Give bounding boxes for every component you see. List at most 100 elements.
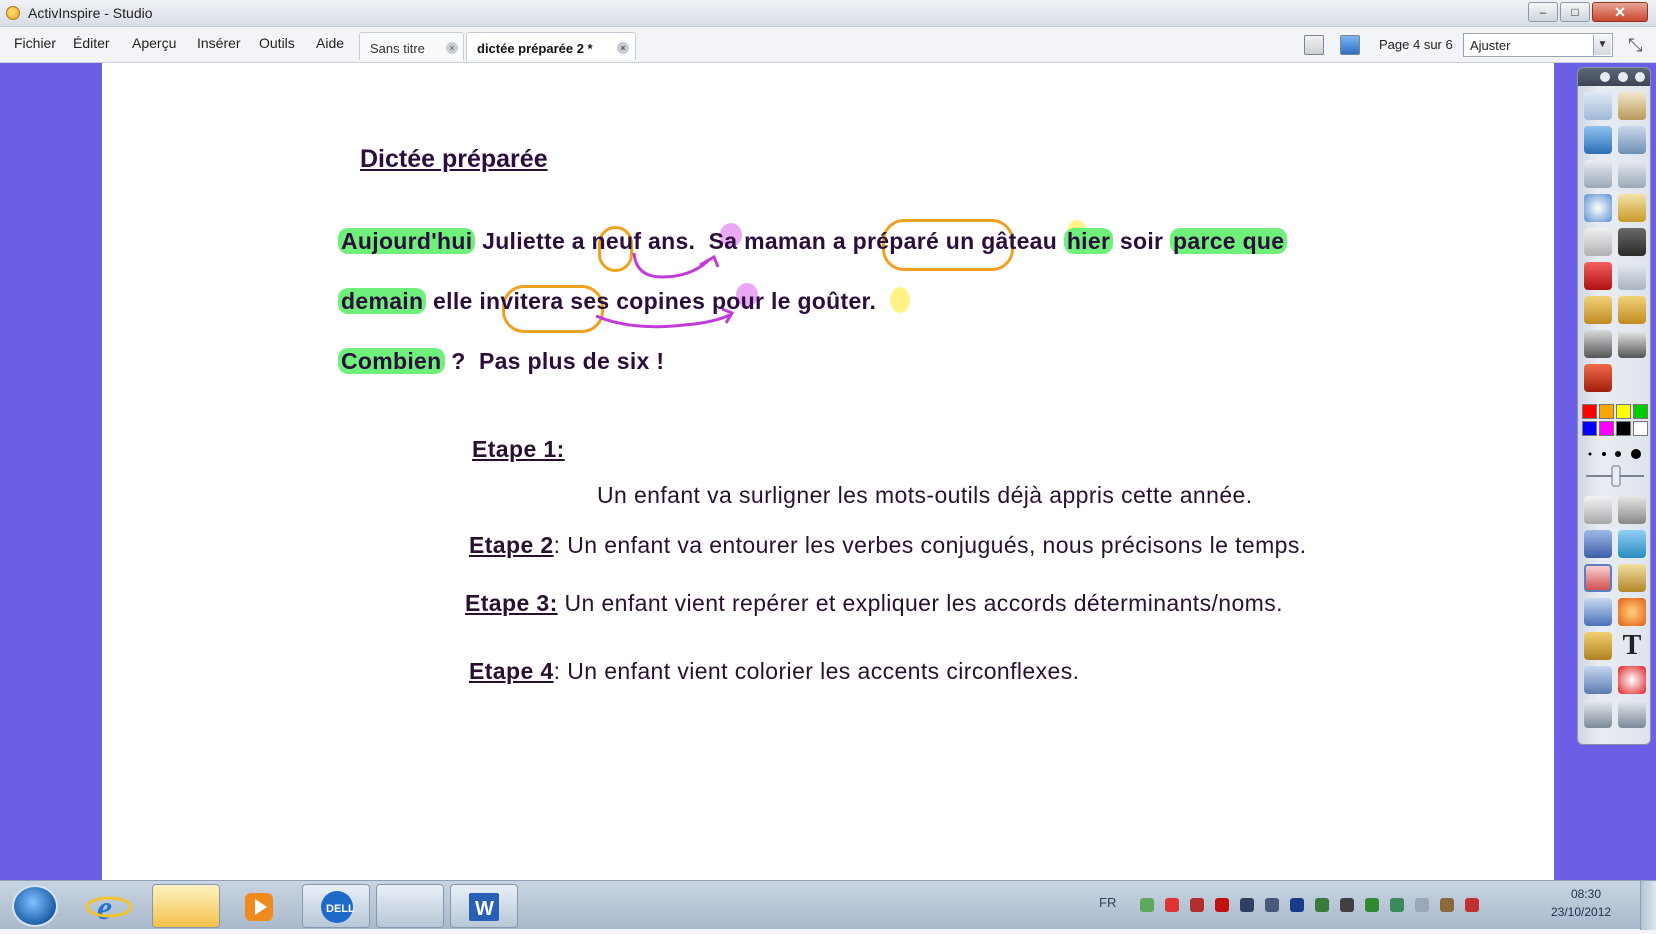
activinspire-app-icon (6, 6, 20, 20)
undo-icon[interactable] (1584, 700, 1612, 728)
sentence-line-2: demain elle invitera ses copines pour le… (338, 288, 876, 315)
start-button-icon[interactable] (12, 885, 58, 927)
svg-text:DELL: DELL (326, 903, 355, 915)
previous-page-icon[interactable] (1584, 160, 1612, 188)
tray-drive-icon[interactable] (1340, 898, 1354, 912)
clear-icon[interactable] (1584, 632, 1612, 660)
tab-dictee-preparee-2[interactable]: dictée préparée 2 * × (466, 32, 636, 60)
clock-time[interactable]: 08:30 (1571, 887, 1601, 901)
main-menu-icon[interactable] (1584, 92, 1612, 120)
menu-inserer[interactable]: Insérer (197, 35, 241, 51)
reset-page-icon[interactable] (1584, 666, 1612, 694)
select-icon[interactable] (1584, 496, 1612, 524)
word-icon[interactable]: W (450, 884, 518, 928)
refresh-icon[interactable] (1618, 666, 1646, 694)
screen-shade-icon[interactable] (1618, 228, 1646, 256)
color-swatch-green[interactable] (1633, 404, 1648, 419)
menu-outils[interactable]: Outils (259, 35, 295, 51)
show-desktop-button[interactable] (1640, 881, 1656, 930)
tab-sans-titre[interactable]: Sans titre × (359, 32, 464, 60)
tray-sync-icon[interactable] (1315, 898, 1329, 912)
shape-icon[interactable] (1618, 598, 1646, 626)
tray-monitor-icon[interactable] (1265, 898, 1279, 912)
calculator-icon[interactable] (1584, 228, 1612, 256)
highlighted-word: Aujourd'hui (338, 228, 476, 254)
color-swatch-white[interactable] (1633, 421, 1648, 436)
clock-date[interactable]: 23/10/2012 (1551, 905, 1611, 919)
connector-icon[interactable] (1584, 598, 1612, 626)
spotlight-icon[interactable] (1618, 296, 1646, 324)
dice-icon[interactable] (1584, 262, 1612, 290)
tray-network-icon[interactable] (1390, 898, 1404, 912)
color-swatch-magenta[interactable] (1599, 421, 1614, 436)
tray-display-icon[interactable] (1240, 898, 1254, 912)
volume-icon[interactable] (1465, 898, 1479, 912)
media-player-icon[interactable] (226, 884, 294, 928)
browser-users-icon[interactable] (1618, 92, 1646, 120)
tab-close-icon[interactable]: × (617, 42, 629, 54)
word: Sa (708, 228, 738, 254)
menu-editer[interactable]: Éditer (73, 35, 110, 51)
language-indicator[interactable]: FR (1099, 895, 1116, 910)
redo-icon[interactable] (1618, 700, 1646, 728)
flipchart-page[interactable]: Dictée préparée Aujourd'hui Juliette a n… (102, 63, 1554, 880)
bluetooth-icon[interactable] (1290, 898, 1304, 912)
tray-app-icon[interactable] (1215, 898, 1229, 912)
scissors-icon[interactable] (1618, 496, 1646, 524)
browser-icon[interactable] (1340, 35, 1360, 55)
battery-icon[interactable] (1415, 898, 1429, 912)
chevron-down-icon[interactable]: ▼ (1593, 35, 1611, 55)
menu-apercu[interactable]: Aperçu (132, 35, 176, 51)
activinspire-taskbar-icon[interactable] (376, 884, 444, 928)
text-tool-icon[interactable]: T (1618, 632, 1646, 660)
tray-check-icon[interactable] (1140, 898, 1154, 912)
flipchart-icon[interactable] (1584, 126, 1612, 154)
highlighter-icon[interactable] (1618, 530, 1646, 558)
zoom-select[interactable]: Ajuster ▼ (1463, 33, 1613, 57)
word: goûter. (797, 288, 877, 314)
fill-icon[interactable] (1618, 564, 1646, 592)
activinspire-window: ActivInspire - Studio – □ ✕ Fichier Édit… (0, 0, 1656, 930)
page-desktop-icon[interactable] (1584, 194, 1612, 222)
tray-shield-icon[interactable] (1190, 898, 1204, 912)
color-swatch-orange[interactable] (1599, 404, 1614, 419)
toolbox-settings-icon[interactable] (1618, 72, 1628, 82)
close-button[interactable]: ✕ (1592, 2, 1648, 22)
menu-aide[interactable]: Aide (316, 35, 344, 51)
internet-explorer-icon[interactable]: e (74, 884, 142, 928)
page-sorter-icon[interactable] (1304, 35, 1324, 55)
word: le (770, 288, 791, 314)
expand-icon[interactable]: ⤡ (1628, 35, 1642, 56)
page-title: Dictée préparée (360, 145, 548, 173)
maximize-button[interactable]: □ (1560, 2, 1590, 22)
toolbox-menu-icon[interactable] (1600, 72, 1610, 82)
magnifier-icon[interactable] (1584, 330, 1612, 358)
color-swatch-blue[interactable] (1582, 421, 1597, 436)
stamp-icon[interactable] (1584, 364, 1612, 392)
compass-icon[interactable] (1618, 262, 1646, 290)
annotate-icon[interactable] (1618, 194, 1646, 222)
tray-update-icon[interactable] (1365, 898, 1379, 912)
ruler-icon[interactable] (1618, 330, 1646, 358)
toolbox-close-icon[interactable] (1635, 72, 1645, 82)
svg-text:e: e (97, 890, 112, 927)
color-swatch-red[interactable] (1582, 404, 1597, 419)
revealer-icon[interactable] (1584, 296, 1612, 324)
dell-icon[interactable]: DELL (302, 884, 370, 928)
pen-width-selector[interactable] (1582, 442, 1648, 492)
eraser-icon[interactable] (1584, 564, 1612, 592)
menu-fichier[interactable]: Fichier (14, 35, 56, 51)
pen-icon[interactable] (1584, 530, 1612, 558)
color-swatch-yellow[interactable] (1616, 404, 1631, 419)
title-bar: ActivInspire - Studio – □ ✕ (0, 0, 1656, 27)
main-toolbox[interactable]: T (1577, 67, 1651, 745)
next-page-icon[interactable] (1618, 160, 1646, 188)
tray-security-icon[interactable] (1165, 898, 1179, 912)
color-swatch-black[interactable] (1616, 421, 1631, 436)
file-explorer-icon[interactable] (152, 884, 220, 928)
minimize-button[interactable]: – (1528, 2, 1558, 22)
toolbox-header[interactable] (1578, 68, 1650, 86)
tab-close-icon[interactable]: × (446, 42, 458, 54)
tools-icon[interactable] (1618, 126, 1646, 154)
wifi-icon[interactable] (1440, 898, 1454, 912)
